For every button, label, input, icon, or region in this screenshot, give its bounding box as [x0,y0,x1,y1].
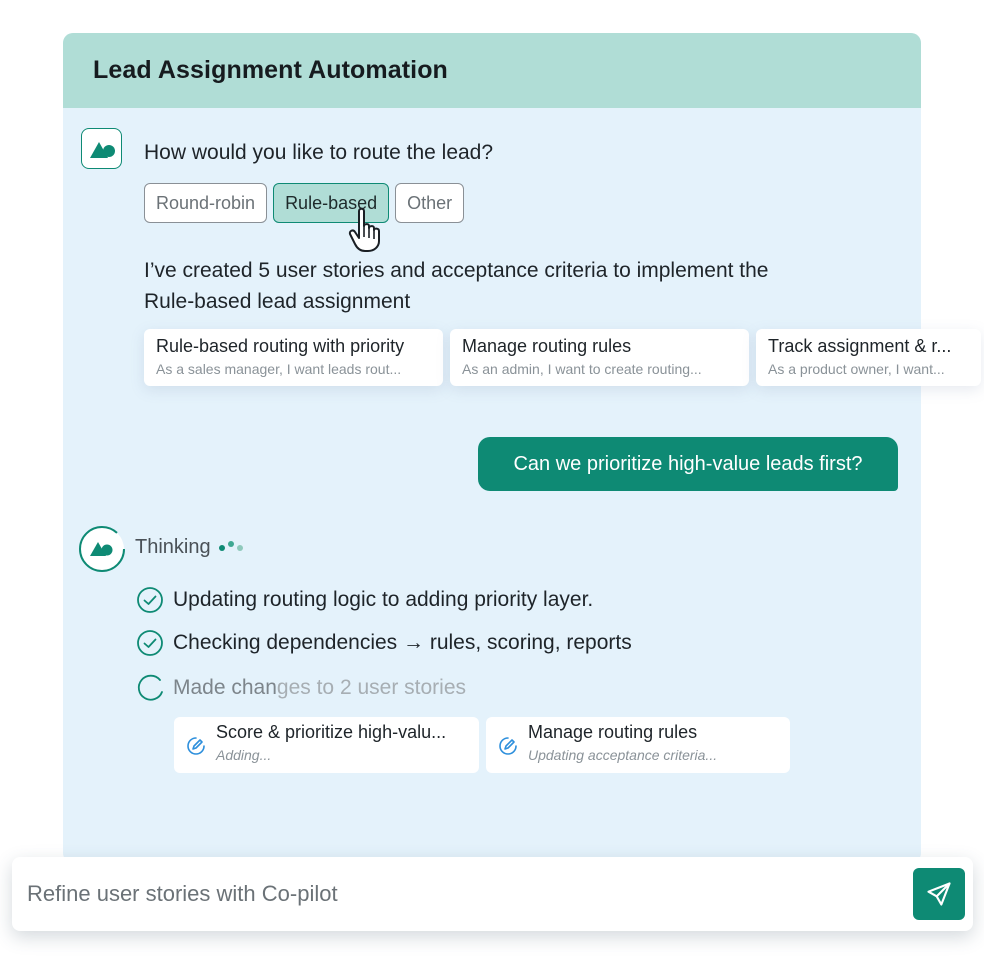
story-subtitle: As a sales manager, I want leads rout... [156,361,402,377]
copilot-panel: Lead Assignment Automation How would you… [63,33,981,863]
copilot-logo-icon [89,141,115,158]
hand-cursor-icon [348,207,380,252]
edit-pencil-icon [499,737,517,755]
step-text: Checking dependencies → rules, scoring, … [173,631,632,654]
edit-pencil-icon [187,737,205,755]
story-title: Track assignment & r... [768,336,952,356]
option-round-robin[interactable]: Round-robin [144,183,268,223]
story-title: Manage routing rules [462,336,632,356]
change-title: Manage routing rules [528,722,698,742]
check-circle-icon [137,587,163,613]
send-icon [927,882,951,906]
change-card[interactable]: Score & prioritize high-valu... Adding..… [174,717,479,773]
copilot-input-bar [12,857,973,931]
change-status: Updating acceptance criteria... [528,747,718,763]
panel-header: Lead Assignment Automation [63,33,921,108]
story-title: Rule-based routing with priority [156,336,405,356]
user-message-bubble: Can we prioritize high-value leads first… [478,437,898,491]
step-item: Made changes to 2 user stories [136,674,466,702]
check-circle-icon [137,630,163,656]
loading-spinner-icon [137,674,163,701]
loading-dots-icon [218,540,243,551]
story-card[interactable]: Rule-based routing with priority As a sa… [144,329,443,386]
change-card[interactable]: Manage routing rules Updating acceptance… [486,717,790,773]
step-item: Updating routing logic to adding priorit… [136,586,593,614]
story-subtitle: As an admin, I want to create routing... [462,361,702,377]
step-text: Updating routing logic to adding priorit… [173,588,594,611]
panel-title: Lead Assignment Automation [93,56,448,84]
copilot-input[interactable] [27,881,973,907]
option-other[interactable]: Other [395,183,465,223]
assistant-question: How would you like to route the lead? [144,141,494,164]
story-card[interactable]: Track assignment & r... As a product own… [756,329,981,386]
change-title: Score & prioritize high-valu... [216,722,447,742]
step-item: Checking dependencies → rules, scoring, … [136,629,632,657]
assistant-avatar [81,128,122,169]
story-card[interactable]: Manage routing rules As an admin, I want… [450,329,749,386]
routing-options: Round-robin Rule-based Other [144,183,465,223]
thinking-indicator: Thinking [135,536,243,559]
send-button[interactable] [913,868,965,920]
step-text: Made changes to 2 user stories [173,676,466,699]
assistant-summary: I’ve created 5 user stories and acceptan… [144,259,769,313]
story-subtitle: As a product owner, I want... [768,361,945,377]
change-status: Adding... [216,747,272,763]
assistant-thinking-avatar [79,526,125,572]
thinking-label: Thinking [135,536,211,558]
